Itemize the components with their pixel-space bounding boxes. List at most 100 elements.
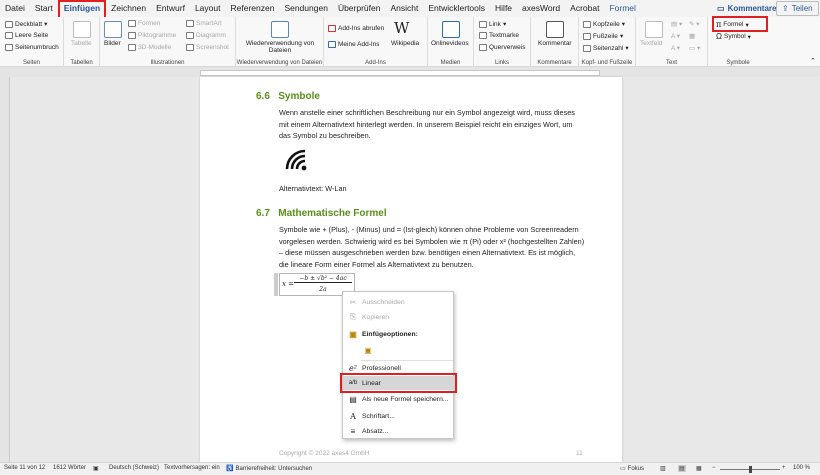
zoom-slider-thumb[interactable] — [749, 466, 752, 473]
tab-sendungen[interactable]: Sendungen — [279, 0, 333, 17]
footer-copyright: Copyright © 2022 axes4 GmbH — [279, 450, 370, 457]
horizontal-ruler[interactable] — [0, 67, 820, 77]
scissors-icon: ✂ — [349, 297, 357, 307]
paragraph-formel: Symbole wie + (Plus), - (Minus) und = (I… — [279, 225, 585, 269]
heading-mathematische-formel: 6.7 Mathematische Formel — [256, 208, 387, 219]
tab-start[interactable]: Start — [30, 0, 58, 17]
tab-ueberpruefen[interactable]: Überprüfen — [333, 0, 386, 17]
dropcap-icon[interactable]: A ▾ — [671, 44, 680, 52]
textfeld-button[interactable]: Textfeld — [640, 40, 662, 47]
group-label-kommentare: Kommentare — [537, 60, 572, 66]
diagramm-button[interactable]: Diagramm — [186, 32, 226, 39]
reuse-files-icon — [271, 21, 289, 38]
status-predictions[interactable]: Textvorhersagen: ein — [164, 465, 220, 471]
quick-parts-icon[interactable]: ▤ ▾ — [671, 20, 682, 28]
tab-entwicklertools[interactable]: Entwicklertools — [423, 0, 490, 17]
zoom-in-icon[interactable]: + — [782, 465, 786, 471]
bilder-button[interactable]: Bilder — [104, 40, 121, 47]
status-accessibility[interactable]: ♿ Barrierefreiheit: Untersuchen — [226, 465, 312, 473]
menu-item-save-equation[interactable]: ▤ Als neue Formel speichern... — [343, 392, 455, 406]
tabelle-button[interactable]: Tabelle — [71, 40, 92, 47]
status-page[interactable]: Seite 11 von 12 — [4, 465, 45, 471]
date-time-icon[interactable]: ▦ — [689, 32, 695, 40]
tab-ansicht[interactable]: Ansicht — [385, 0, 423, 17]
status-words[interactable]: 1612 Wörter — [53, 465, 86, 471]
menu-label: Schriftart... — [362, 412, 395, 420]
tab-datei[interactable]: Datei — [0, 0, 30, 17]
collapse-ribbon-icon[interactable]: ⌃ — [810, 57, 816, 65]
tab-einfuegen[interactable]: Einfügen — [57, 0, 107, 17]
kopfzeile-button[interactable]: Kopfzeile ▾ — [583, 20, 625, 28]
group-label-symbole: Symbole — [726, 60, 750, 66]
vertical-ruler[interactable] — [0, 77, 10, 462]
tab-layout[interactable]: Layout — [190, 0, 226, 17]
formen-button[interactable]: Formen — [128, 20, 160, 27]
tab-zeichnen[interactable]: Zeichnen — [106, 0, 151, 17]
zoom-out-icon[interactable]: − — [712, 465, 716, 471]
group-tabellen: Tabelle Tabellen — [64, 17, 100, 67]
3d-modelle-button[interactable]: 3D-Modelle — [128, 44, 171, 51]
3d-modelle-label: 3D-Modelle — [138, 44, 172, 51]
online-video-icon — [442, 21, 460, 38]
link-button[interactable]: Link ▾ — [479, 20, 506, 28]
share-button[interactable]: ⇪ Teilen — [776, 1, 819, 16]
kommentar-button[interactable]: Kommentar — [538, 40, 572, 47]
piktogramme-button[interactable]: Piktogramme — [128, 32, 176, 39]
meine-addins-button[interactable]: Meine Add-Ins — [328, 41, 380, 48]
print-layout-icon[interactable]: ▤ — [678, 465, 686, 472]
textbox-icon — [645, 21, 663, 38]
symbol-label: Symbol — [723, 33, 746, 40]
proofing-icon[interactable]: ▣ — [93, 465, 99, 472]
comments-button[interactable]: ▭ Kommentare — [712, 1, 781, 16]
tab-axesword[interactable]: axesWord — [517, 0, 565, 17]
addins-abrufen-button[interactable]: Add-Ins abrufen — [328, 25, 384, 32]
onlinevideos-button[interactable]: Onlinevideos — [431, 40, 469, 47]
diagramm-label: Diagramm — [196, 32, 226, 39]
screenshot-button[interactable]: Screenshot — [186, 44, 229, 51]
menu-item-font[interactable]: A Schriftart... — [343, 409, 455, 423]
menu-item-copy[interactable]: ⎘ Kopieren — [343, 310, 455, 324]
menu-label: Professionell — [362, 364, 401, 372]
fusszeile-button[interactable]: Fußzeile ▾ — [583, 32, 623, 40]
symbol-button[interactable]: Ω Symbol ▾ — [716, 32, 751, 41]
wiederverwendung-button[interactable]: Wiederverwendung von Dateien — [238, 40, 322, 54]
accessibility-icon: ♿ — [226, 466, 234, 472]
page-number-icon — [583, 44, 591, 52]
paragraph-icon: ≡ — [350, 426, 356, 436]
status-zoom[interactable]: 100 % — [793, 465, 810, 471]
equation-handle[interactable] — [274, 273, 278, 296]
menu-item-paste-keep-text[interactable]: ▣ — [343, 343, 455, 357]
web-layout-icon[interactable]: ▦ — [696, 465, 702, 472]
seitenzahl-button[interactable]: Seitenzahl ▾ — [583, 44, 629, 52]
tab-formel[interactable]: Formel — [604, 0, 640, 17]
deckblatt-button[interactable]: Deckblatt ▾ — [5, 20, 47, 28]
seitenumbruch-button[interactable]: Seitenumbruch — [5, 44, 59, 51]
textmarke-button[interactable]: Textmarke — [479, 32, 519, 39]
status-focus[interactable]: ▭ Fokus — [620, 465, 644, 473]
tab-referenzen[interactable]: Referenzen — [225, 0, 279, 17]
paragraph-symbole: Wenn anstelle einer schriftlichen Beschr… — [279, 108, 575, 141]
dropdown-arrow-icon: ▾ — [44, 21, 48, 28]
querverweis-button[interactable]: Querverweis — [479, 44, 525, 51]
screenshot-icon — [186, 44, 194, 51]
signature-line-icon[interactable]: ✎ ▾ — [689, 20, 700, 28]
menu-item-paragraph[interactable]: ≡ Absatz... — [343, 424, 455, 438]
read-mode-icon[interactable]: ▥ — [660, 465, 666, 472]
heading-text: Symbole — [278, 91, 320, 102]
seitenzahl-label: Seitenzahl — [593, 44, 624, 52]
group-label-kopf-fusszeile: Kopf- und Fußzeile — [581, 60, 633, 66]
heading-symbole: 6.6 Symbole — [256, 91, 320, 102]
menu-item-cut[interactable]: ✂ Ausschneiden — [343, 295, 455, 309]
object-icon[interactable]: ▭ ▾ — [689, 44, 700, 52]
wordart-icon[interactable]: A ▾ — [671, 32, 680, 40]
status-language[interactable]: Deutsch (Schweiz) — [109, 465, 159, 471]
tab-acrobat[interactable]: Acrobat — [565, 0, 604, 17]
smartart-button[interactable]: SmartArt — [186, 20, 222, 27]
wikipedia-button[interactable]: Wikipedia — [391, 40, 419, 47]
leere-seite-button[interactable]: Leere Seite — [5, 32, 48, 39]
dropdown-arrow-icon: ▾ — [619, 33, 624, 40]
tab-entwurf[interactable]: Entwurf — [151, 0, 190, 17]
tab-hilfe[interactable]: Hilfe — [490, 0, 517, 17]
group-text: Textfeld ▤ ▾ A ▾ A ▾ ✎ ▾ ▦ ▭ ▾ Text — [636, 17, 708, 67]
comment-icon: ▭ — [717, 4, 725, 13]
